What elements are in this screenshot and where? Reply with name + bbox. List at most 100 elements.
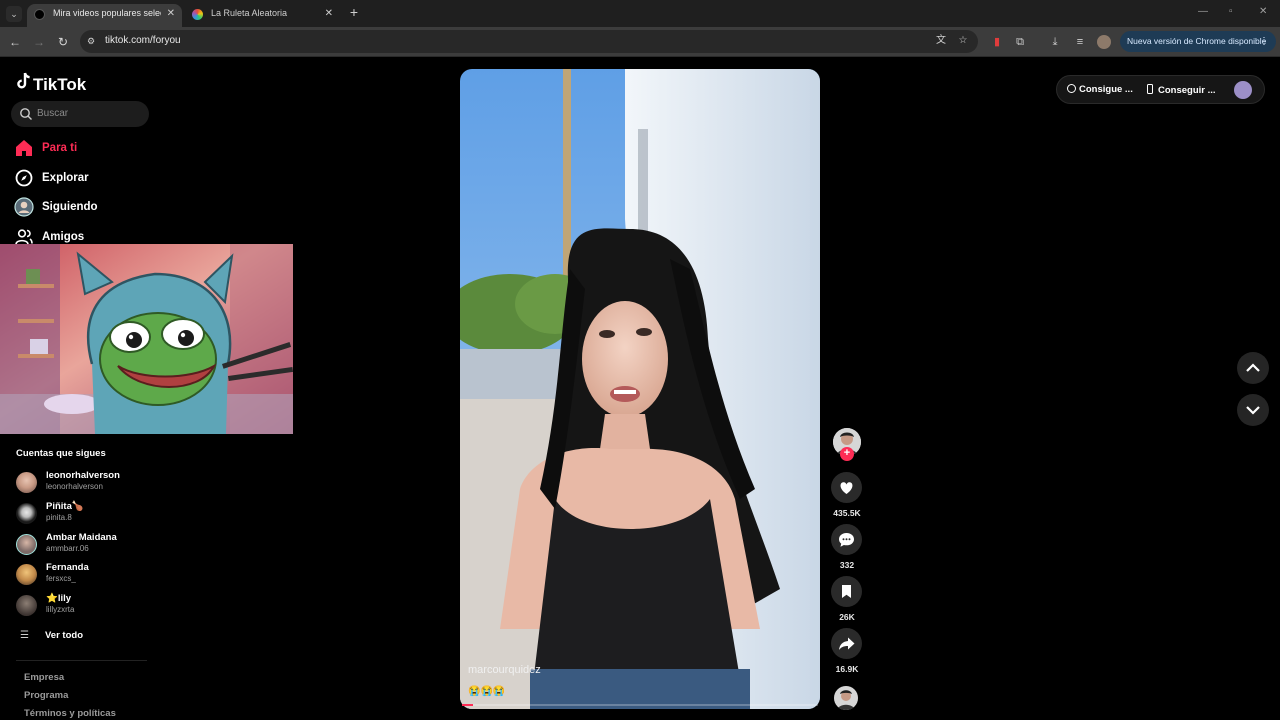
followed-account[interactable]: leonorhalverson leonorhalverson xyxy=(16,469,166,495)
like-button[interactable] xyxy=(831,472,862,503)
share-count: 16.9K xyxy=(835,664,859,674)
sidebar-item-explorar[interactable]: Explorar xyxy=(14,168,154,190)
previous-video-button[interactable] xyxy=(1237,352,1269,384)
picture-in-picture-video[interactable] xyxy=(0,244,293,434)
logo-text: TikTok xyxy=(33,75,87,94)
search-icon xyxy=(20,108,32,120)
save-count: 26K xyxy=(839,612,855,622)
footer-link-programa[interactable]: Programa xyxy=(24,690,68,701)
url-text[interactable]: tiktok.com/foryou xyxy=(105,35,181,46)
account-name: ⭐lily xyxy=(46,593,72,604)
following-avatar-icon xyxy=(14,197,34,217)
forward-icon[interactable]: → xyxy=(31,34,47,50)
share-button[interactable] xyxy=(831,628,862,659)
music-disc-image xyxy=(834,686,858,710)
new-tab-button[interactable]: + xyxy=(347,5,361,19)
avatar xyxy=(16,472,37,493)
account-handle: leonorhalverson xyxy=(46,482,103,491)
comment-button[interactable] xyxy=(831,524,862,555)
avatar xyxy=(16,564,37,585)
avatar xyxy=(16,534,37,555)
followed-account[interactable]: Ambar Maidana ammbarr.06 xyxy=(16,531,166,557)
home-icon xyxy=(16,140,32,156)
tab-tiktok[interactable]: Mira videos populares seleccionados para… xyxy=(27,4,182,27)
save-button[interactable] xyxy=(831,576,862,607)
like-count: 435.5K xyxy=(833,508,861,518)
video-author[interactable]: marcourquidez xyxy=(468,664,541,676)
top-right-actions: Consigue ... Conseguir ... xyxy=(1056,75,1265,104)
sidebar-item-para-ti[interactable]: Para ti xyxy=(14,138,154,160)
tab-title: Mira videos populares seleccionados para… xyxy=(53,8,161,18)
user-avatar[interactable] xyxy=(1234,81,1252,99)
minimize-icon[interactable]: — xyxy=(1198,6,1208,17)
close-tab-icon[interactable]: ✕ xyxy=(167,4,175,23)
download-icon[interactable]: ⤓ xyxy=(1048,35,1062,49)
following-section-title: Cuentas que sigues xyxy=(16,448,106,459)
heart-icon xyxy=(840,482,853,494)
reload-icon[interactable]: ↻ xyxy=(55,34,71,50)
footer-link-terminos[interactable]: Términos y políticas xyxy=(24,708,116,719)
extension-icon[interactable]: ▮ xyxy=(990,35,1004,49)
get-app-button[interactable]: Conseguir ... xyxy=(1147,84,1216,96)
search-placeholder: Buscar xyxy=(37,108,69,119)
get-coins-button[interactable]: Consigue ... xyxy=(1067,84,1133,95)
main-video-player[interactable] xyxy=(460,69,820,709)
address-bar[interactable]: ⚙ tiktok.com/foryou 文 ☆ xyxy=(80,30,978,53)
close-tab-icon[interactable]: ✕ xyxy=(325,4,333,23)
account-handle: lillyzxrta xyxy=(46,605,75,614)
account-name: leonorhalverson xyxy=(46,470,120,481)
see-all-link[interactable]: ☰ Ver todo xyxy=(20,629,140,643)
back-icon[interactable]: ← xyxy=(7,34,23,50)
share-icon xyxy=(839,637,855,650)
next-video-button[interactable] xyxy=(1237,394,1269,426)
search-input[interactable]: Buscar xyxy=(11,101,149,127)
compass-icon xyxy=(15,169,33,187)
phone-icon xyxy=(1147,84,1153,94)
account-name: Ambar Maidana xyxy=(46,532,117,543)
browser-toolbar: ← → ↻ ⚙ tiktok.com/foryou 文 ☆ ▮ ⧉ ⤓ ≡ Nu… xyxy=(0,27,1280,57)
translate-icon[interactable]: 文 xyxy=(935,35,947,47)
music-disc[interactable] xyxy=(834,686,858,710)
restore-icon[interactable]: ▫ xyxy=(1229,6,1233,17)
media-queue-icon[interactable]: ≡ xyxy=(1073,35,1087,49)
get-app-label: Conseguir ... xyxy=(1158,85,1216,96)
extensions-puzzle-icon[interactable]: ⧉ xyxy=(1013,35,1027,49)
comment-count: 332 xyxy=(839,560,855,570)
follow-plus-button[interactable]: + xyxy=(840,447,854,461)
video-progress-fill xyxy=(462,704,473,706)
account-handle: ammbarr.06 xyxy=(46,544,89,553)
update-label: Nueva versión de Chrome disponible xyxy=(1127,36,1267,46)
video-progress-bar[interactable] xyxy=(462,704,818,706)
chevron-down-icon xyxy=(1246,406,1260,415)
chrome-update-button[interactable]: Nueva versión de Chrome disponible ⋮ xyxy=(1120,31,1276,52)
more-menu-icon[interactable]: ⋮ xyxy=(1259,31,1269,52)
tiktok-note-icon xyxy=(17,72,30,89)
followed-account[interactable]: Fernanda fersxcs_ xyxy=(16,561,166,587)
coin-icon xyxy=(1067,84,1076,93)
tab-title: La Ruleta Aleatoria xyxy=(211,8,288,18)
bookmark-star-icon[interactable]: ☆ xyxy=(957,35,969,47)
nav-label: Amigos xyxy=(42,231,85,243)
nav-label: Siguiendo xyxy=(42,201,98,213)
account-handle: fersxcs_ xyxy=(46,574,76,583)
footer-link-empresa[interactable]: Empresa xyxy=(24,672,64,683)
profile-avatar-icon[interactable] xyxy=(1097,35,1111,49)
tiktok-favicon-icon xyxy=(34,9,45,20)
site-info-icon[interactable]: ⚙ xyxy=(87,35,99,47)
tiktok-logo[interactable]: TikTok xyxy=(16,72,87,94)
browser-tab-strip: ⌄ Mira videos populares seleccionados pa… xyxy=(0,0,1280,27)
comment-icon xyxy=(839,533,854,547)
avatar xyxy=(16,595,37,616)
see-all-label: Ver todo xyxy=(45,630,84,641)
followed-account[interactable]: Piñita🍗 pinita.8 xyxy=(16,500,166,526)
sidebar-item-siguiendo[interactable]: Siguiendo xyxy=(14,197,154,219)
list-icon: ☰ xyxy=(20,630,29,641)
tab-ruleta[interactable]: La Ruleta Aleatoria ✕ xyxy=(185,4,340,27)
tab-search-button[interactable]: ⌄ xyxy=(6,6,22,22)
account-handle: pinita.8 xyxy=(46,513,72,522)
nav-label: Explorar xyxy=(42,172,89,184)
frog-avatar-image xyxy=(0,244,293,434)
video-caption: 😭😭😭 xyxy=(468,686,506,697)
close-window-icon[interactable]: ✕ xyxy=(1259,6,1267,17)
followed-account[interactable]: ⭐lily lillyzxrta xyxy=(16,592,166,618)
